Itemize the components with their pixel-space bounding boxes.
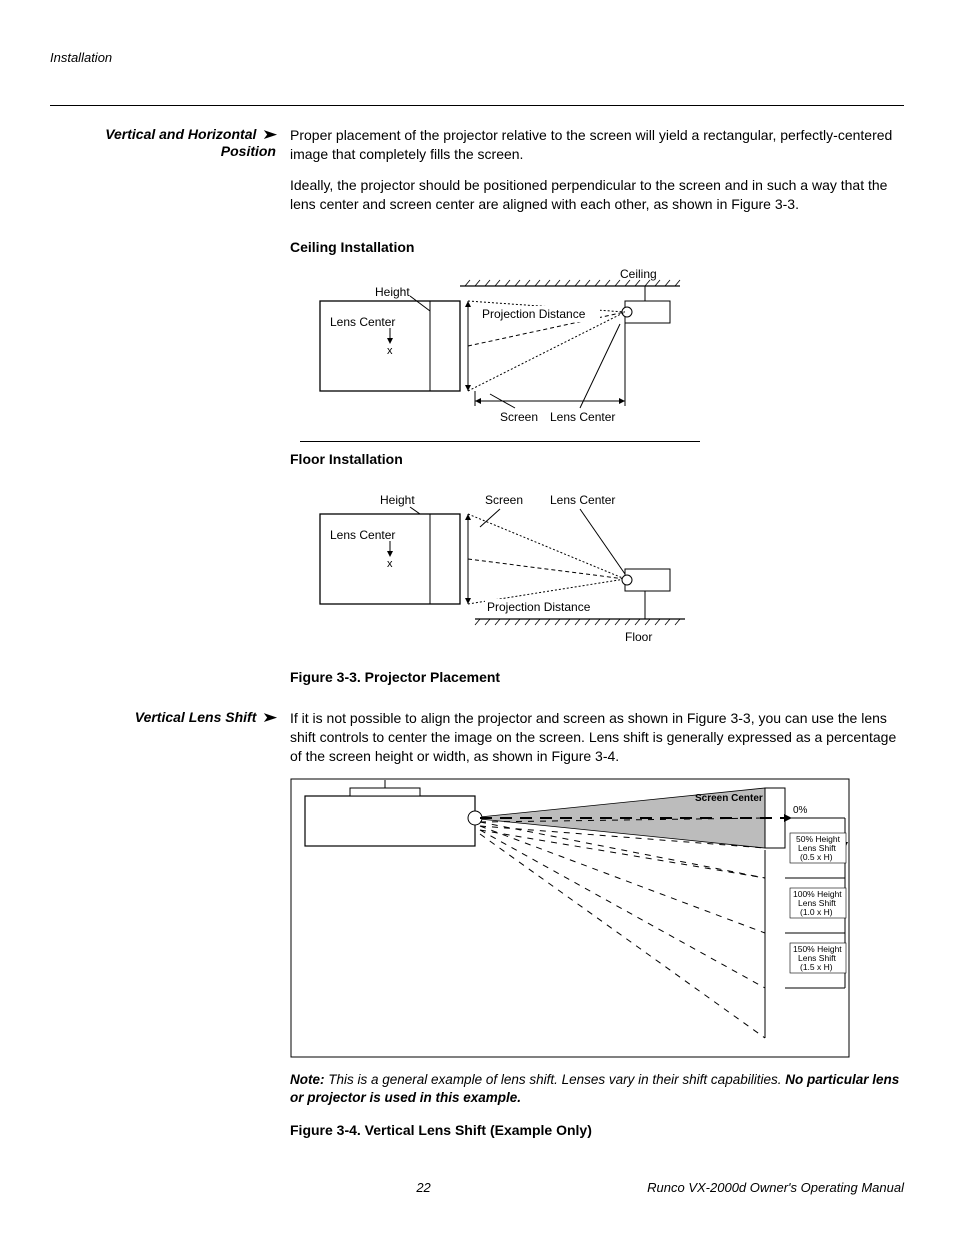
figure-3-4-note: Note: This is a general example of lens … [290,1071,904,1107]
margin-label-line1: Vertical and Horizontal [105,126,256,142]
label-ceiling: Ceiling [620,267,657,281]
arrow-icon: ➤ [262,126,278,143]
para-1: Proper placement of the projector relati… [290,126,904,164]
para-vls: If it is not possible to align the proje… [290,709,904,766]
svg-text:x: x [387,345,393,357]
manual-title: Runco VX-2000d Owner's Operating Manual [647,1180,904,1195]
label-screen-center: Screen Center [695,793,763,804]
floor-install-title: Floor Installation [290,450,904,469]
body-text: Proper placement of the projector relati… [290,126,904,226]
label-50-3: (0.5 x H) [800,852,833,862]
label-100-3: (1.0 x H) [800,907,833,917]
label-projection-distance: Projection Distance [482,307,586,321]
header-rule [50,105,904,106]
note-prefix: Note: [290,1072,325,1087]
label-height-floor: Height [380,493,415,507]
page-footer: 22 Runco VX-2000d Owner's Operating Manu… [50,1180,904,1195]
ceiling-diagram: Ceiling [290,266,904,431]
margin-label-vls: Vertical Lens Shift [135,709,257,725]
margin-label-container: Vertical and Horizontal ➤ Position [50,126,290,226]
label-150-3: (1.5 x H) [800,962,833,972]
svg-text:x: x [387,558,393,570]
section-vertical-horizontal: Vertical and Horizontal ➤ Position Prope… [50,126,904,226]
figure-3-3-caption: Figure 3-3. Projector Placement [290,668,904,687]
label-lens-center-floor-left: Lens Center [330,528,395,542]
margin-label-line2: Position [221,143,276,159]
label-projection-distance-floor: Projection Distance [487,600,591,614]
label-lens-center-left: Lens Center [330,315,395,329]
label-0pct: 0% [793,805,808,816]
page-number: 22 [200,1180,647,1195]
figure-3-4-caption: Figure 3-4. Vertical Lens Shift (Example… [290,1121,904,1140]
section-vertical-lens-shift: Vertical Lens Shift ➤ If it is not possi… [50,709,904,1154]
label-height: Height [375,285,410,299]
label-screen-floor: Screen [485,493,523,507]
floor-diagram: Height Screen Lens Center Lens Center x [290,479,904,654]
para-2: Ideally, the projector should be positio… [290,176,904,214]
figure-divider [300,441,700,442]
label-lens-center-floor-top: Lens Center [550,493,615,507]
label-lens-center-bottom: Lens Center [550,410,615,424]
figure-3-4-diagram: Screen Center 0% 50% Height Lens Shift (… [290,778,904,1063]
arrow-icon: ➤ [262,709,278,726]
ceiling-install-title: Ceiling Installation [290,238,904,257]
label-floor: Floor [625,630,652,644]
figure-3-3-block: Ceiling Installation Ceiling [50,234,904,701]
running-header: Installation [50,50,904,65]
label-screen: Screen [500,410,538,424]
note-body: This is a general example of lens shift.… [325,1072,786,1087]
